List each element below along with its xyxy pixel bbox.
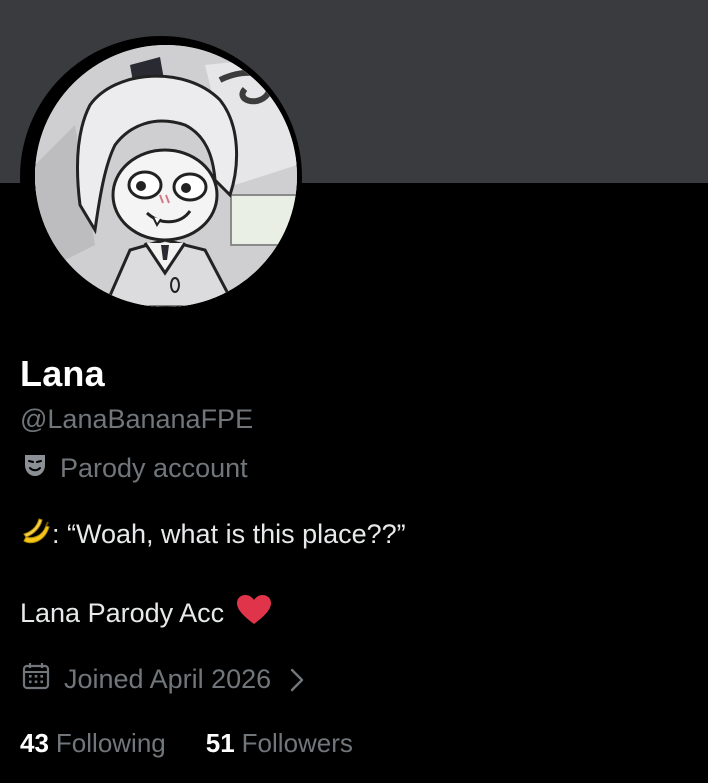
display-name: Lana [20,353,105,394]
theater-mask-icon [22,452,48,485]
parody-label-row: Parody account [22,452,248,485]
banana-icon [20,515,52,554]
following-count: 43 [20,728,49,758]
following-label: Following [55,728,166,758]
joined-date-row[interactable]: Joined April 2026 [22,662,305,697]
bio-line-1: : “Woah, what is this place??” [20,515,406,554]
bio-line-2: Lana Parody Acc [20,594,272,633]
followers-label: Followers [241,728,353,758]
calendar-icon [22,662,50,697]
red-heart-icon [236,594,272,633]
bio-text: Lana Parody Acc [20,598,225,628]
followers-count: 51 [205,728,235,758]
joined-date: Joined April 2026 [64,664,272,694]
follow-stats: 43 Following 51 Followers [20,728,353,759]
followers-link[interactable]: 51 Followers [206,728,353,759]
avatar-illustration [35,45,297,307]
chevron-right-icon [289,667,305,693]
avatar[interactable] [35,45,297,307]
parody-label: Parody account [60,453,248,483]
user-handle: @LanaBananaFPE [20,404,254,434]
following-link[interactable]: 43 Following [20,728,166,759]
bio-quote: : “Woah, what is this place??” [52,519,406,549]
